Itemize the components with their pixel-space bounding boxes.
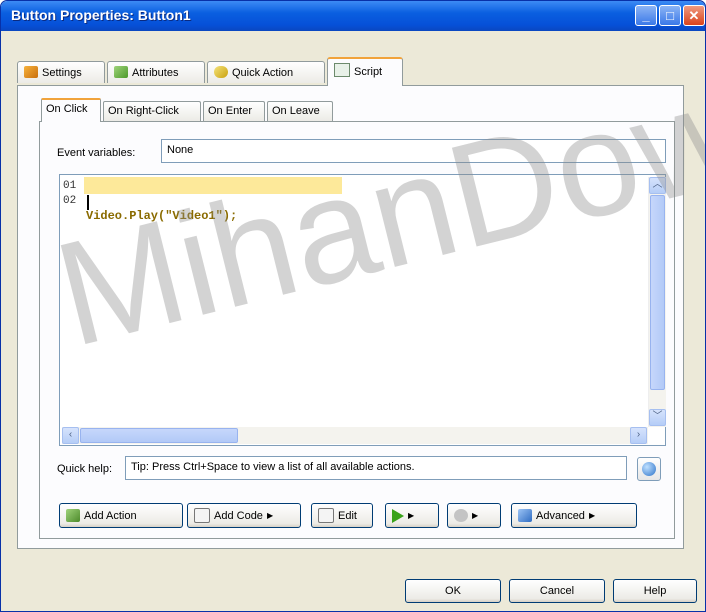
code-icon [194,508,210,523]
tab-settings-label: Settings [42,67,82,79]
close-icon: ✕ [688,8,700,23]
tab-quick-action-label: Quick Action [232,67,294,79]
chevron-down-icon: ﹀ [652,411,663,422]
caret-right-icon: ▶ [408,511,415,520]
tab-on-right-click-label: On Right-Click [108,105,179,117]
caret-right-icon: ▶ [266,511,274,520]
globe-icon [642,462,656,476]
tab-attributes-label: Attributes [132,67,179,79]
tab-on-leave[interactable]: On Leave [267,101,333,121]
gear-icon [114,66,128,78]
scroll-down-button[interactable]: ﹀ [649,409,666,426]
tab-attributes[interactable]: Attributes [107,61,205,83]
line-number: 01 [63,180,77,192]
tab-on-click-label: On Click [46,103,88,115]
scroll-left-button[interactable]: ‹ [62,427,79,444]
record-button[interactable]: ▶ [447,503,501,528]
cancel-label: Cancel [539,585,575,597]
play-button[interactable]: ▶ [385,503,439,528]
add-code-button[interactable]: Add Code ▶ [187,503,301,528]
line-number-gutter: 01 02 [63,179,83,209]
play-icon [392,508,404,523]
chevron-up-icon: ︿ [652,179,663,190]
edit-label: Edit [338,509,357,522]
window-title: Button Properties: Button1 [11,7,191,23]
ok-button[interactable]: OK [405,579,501,603]
maximize-icon: □ [666,8,674,23]
vertical-scroll-thumb[interactable] [650,195,665,390]
dialog-window: Button Properties: Button1 _ □ ✕ Setting… [0,0,706,612]
edit-icon [318,508,334,523]
help-button[interactable]: Help [613,579,697,603]
caret-right-icon: ▶ [588,511,596,520]
chevron-right-icon: › [636,429,641,440]
lightning-icon [214,66,228,78]
tab-on-right-click[interactable]: On Right-Click [103,101,201,121]
record-icon [454,509,468,522]
add-action-icon [66,509,80,522]
add-code-label: Add Code [214,509,263,522]
script-icon [334,63,350,77]
edit-button[interactable]: Edit [311,503,373,528]
help-label: Help [643,585,667,597]
scroll-right-button[interactable]: › [630,427,647,444]
advanced-button[interactable]: Advanced ▶ [511,503,637,528]
event-variables-label: Event variables: [57,147,136,159]
ok-label: OK [445,585,461,597]
vertical-scrollbar[interactable]: ︿ ﹀ [648,177,666,427]
advanced-label: Advanced [536,509,585,522]
tab-script[interactable]: Script [327,57,403,86]
quick-help-field: Tip: Press Ctrl+Space to view a list of … [125,456,627,480]
cancel-button[interactable]: Cancel [509,579,605,603]
line-number: 02 [63,195,77,207]
horizontal-scrollbar[interactable]: ‹ › [62,427,648,444]
script-editor[interactable]: 01 02 Video.Play("Video1"); ︿ ﹀ ‹ › [59,174,666,446]
code-text[interactable]: Video.Play("Video1"); [86,179,237,284]
event-variables-field[interactable]: None [161,139,666,163]
tab-on-enter[interactable]: On Enter [203,101,265,121]
scroll-up-button[interactable]: ︿ [649,177,666,194]
tab-quick-action[interactable]: Quick Action [207,61,325,83]
caret-right-icon: ▶ [472,511,479,520]
horizontal-scroll-thumb[interactable] [80,428,238,443]
tab-settings[interactable]: Settings [17,61,105,83]
add-action-label: Add Action [84,509,137,522]
tab-script-label: Script [354,66,383,78]
help-info-button[interactable] [637,457,661,481]
minimize-button[interactable]: _ [635,5,657,26]
chevron-left-icon: ‹ [68,429,73,440]
wrench-icon [24,66,38,78]
code-line: Video.Play("Video1"); [86,209,238,223]
quick-help-label: Quick help: [57,463,113,475]
title-bar[interactable]: Button Properties: Button1 _ □ ✕ [1,1,705,31]
text-caret [87,195,89,210]
tab-on-leave-label: On Leave [272,105,320,117]
tab-on-click[interactable]: On Click [41,98,101,122]
add-action-button[interactable]: Add Action [59,503,183,528]
advanced-icon [518,509,532,522]
tab-on-enter-label: On Enter [208,105,253,117]
close-button[interactable]: ✕ [683,5,705,26]
maximize-button[interactable]: □ [659,5,681,26]
minimize-icon: _ [642,8,650,23]
